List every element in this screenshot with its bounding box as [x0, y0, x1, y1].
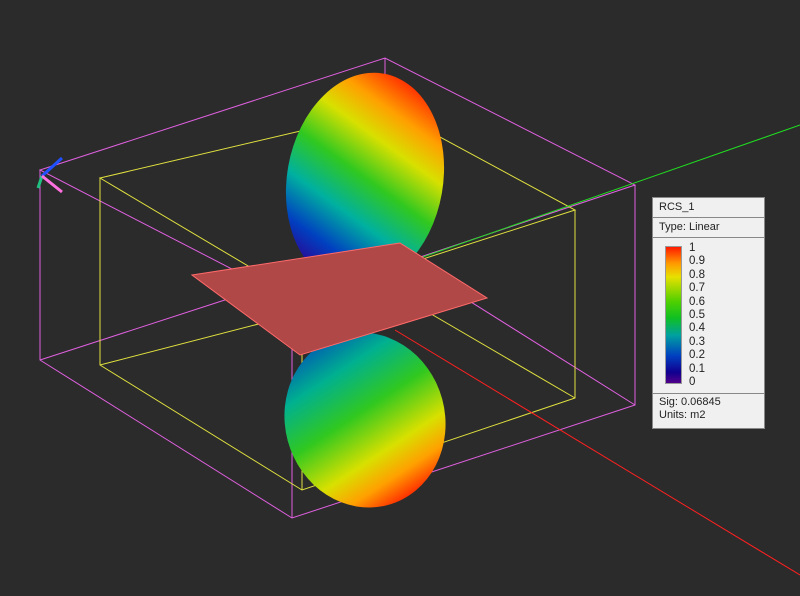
legend-tick: 0 [689, 376, 696, 389]
plate [190, 242, 489, 356]
legend-tick: 0.4 [689, 322, 705, 335]
legend-type: Type: Linear [653, 218, 764, 238]
legend-units: Units: m2 [659, 409, 706, 421]
legend-title: RCS_1 [653, 198, 764, 218]
legend-tick: 1 [689, 242, 696, 254]
legend-tick: 0.2 [689, 349, 705, 362]
legend-tick: 0.7 [689, 282, 705, 295]
legend-ticks: 1 0.9 0.8 0.7 0.6 0.5 0.4 0.3 0.2 0.1 0 [689, 242, 705, 389]
legend-tick: 0.5 [689, 309, 705, 322]
legend-tick: 0.6 [689, 295, 705, 308]
color-scale-bar [665, 246, 682, 384]
legend-tick: 0.3 [689, 335, 705, 348]
legend-tick: 0.9 [689, 255, 705, 268]
legend-sig: Sig: 0.06845 [659, 396, 721, 408]
color-legend: RCS_1 Type: Linear 1 0.9 0.8 0.7 0.6 0.5 0.4 0.… [652, 197, 765, 429]
legend-tick: 0.1 [689, 362, 705, 375]
legend-tick: 0.8 [689, 268, 705, 281]
